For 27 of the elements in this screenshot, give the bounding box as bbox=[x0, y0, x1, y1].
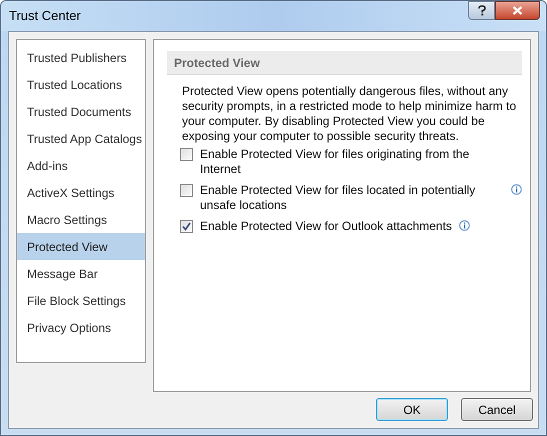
sidebar-item[interactable]: Protected View bbox=[17, 233, 145, 260]
option-label[interactable]: Enable Protected View for files originating from the Internet bbox=[200, 147, 490, 177]
sidebar-item[interactable]: Message Bar bbox=[17, 260, 145, 287]
sidebar-item[interactable]: Trusted App Catalogs bbox=[17, 125, 145, 152]
option-label[interactable]: Enable Protected View for files located in potentially unsafe locations bbox=[200, 183, 490, 213]
cancel-button[interactable]: Cancel bbox=[461, 398, 533, 421]
sidebar-item[interactable]: Trusted Publishers bbox=[17, 44, 145, 71]
sidebar-item[interactable]: Trusted Documents bbox=[17, 98, 145, 125]
checkbox[interactable] bbox=[180, 184, 193, 197]
sidebar-item[interactable]: Add-ins bbox=[17, 152, 145, 179]
help-button[interactable] bbox=[468, 1, 495, 20]
close-icon bbox=[512, 6, 523, 15]
sidebar-item[interactable]: Macro Settings bbox=[17, 206, 145, 233]
sidebar-item[interactable]: File Block Settings bbox=[17, 287, 145, 314]
checkbox[interactable] bbox=[180, 148, 193, 161]
section-heading: Protected View bbox=[167, 51, 522, 75]
help-icon bbox=[478, 5, 486, 16]
close-button[interactable] bbox=[495, 1, 540, 20]
sidebar-item[interactable]: ActiveX Settings bbox=[17, 179, 145, 206]
sidebar-item[interactable]: Trusted Locations bbox=[17, 71, 145, 98]
ok-button[interactable]: OK bbox=[376, 398, 448, 421]
sidebar-item[interactable]: Privacy Options bbox=[17, 314, 145, 341]
window-title: Trust Center bbox=[9, 7, 82, 26]
checkbox[interactable] bbox=[180, 220, 193, 233]
check-icon bbox=[182, 222, 191, 231]
description-text: Protected View opens potentially dangerous files, without any security prompts, in a restricted mode to help minimize harm to your computer. By disabling Protected View you could be exposing your computer to possible security threats. bbox=[182, 84, 518, 144]
option-label[interactable]: Enable Protected View for Outlook attachments bbox=[200, 219, 452, 234]
